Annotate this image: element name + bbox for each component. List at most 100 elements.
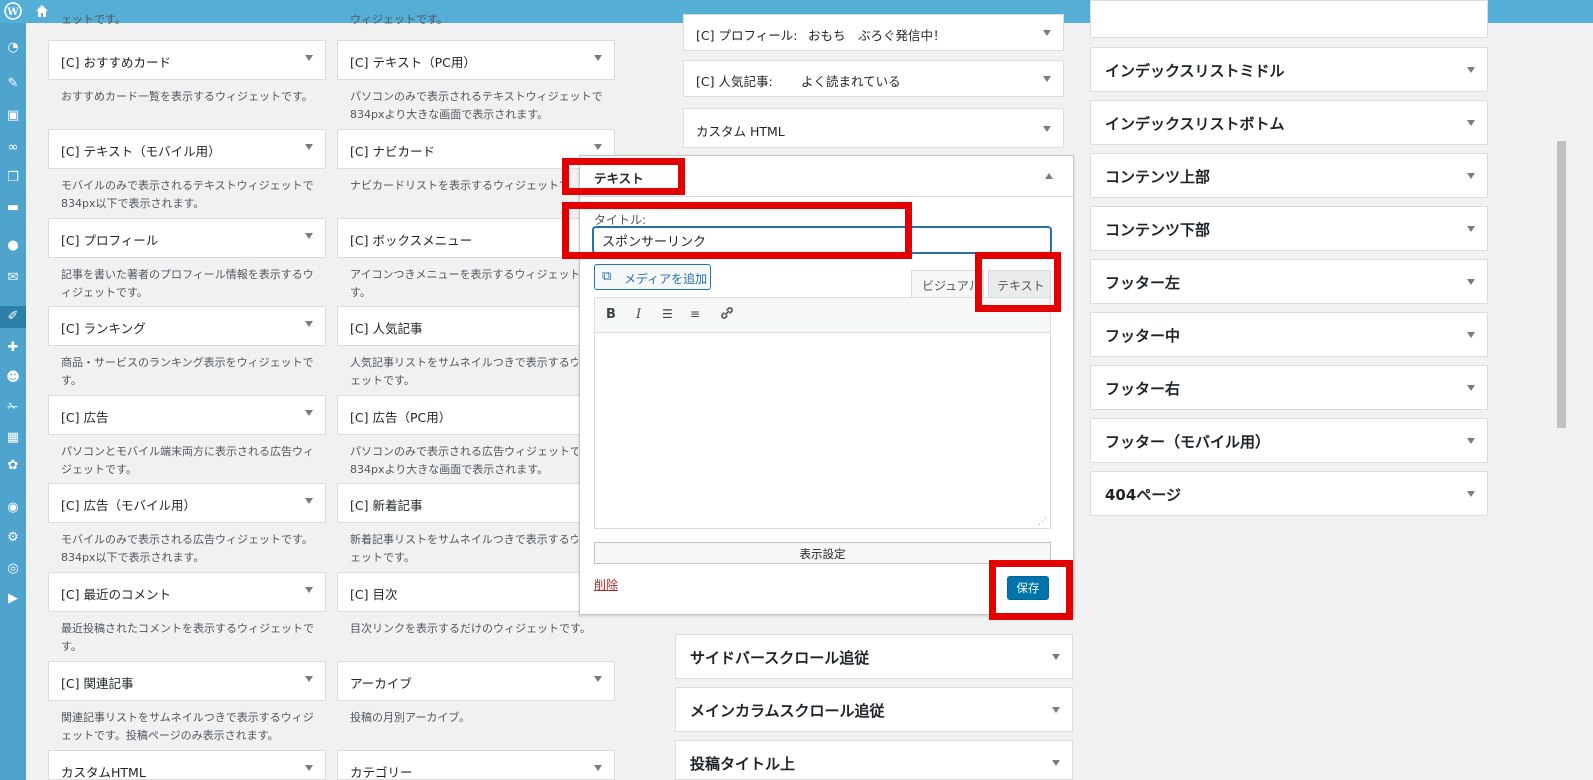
available-widget[interactable]: [C] 広告（PC用）	[337, 395, 615, 435]
plugins-icon[interactable]: ✚	[4, 339, 22, 357]
widget-area[interactable]: フッター左	[1090, 259, 1488, 304]
delete-link[interactable]: 削除	[594, 576, 618, 593]
italic-button[interactable]: I	[636, 307, 641, 322]
pin-icon[interactable]: ✎	[4, 75, 22, 93]
chevron-down-icon	[594, 765, 602, 771]
widget-desc: モバイルのみで表示されるテキストウィジェットです。 834px以下で表示されます。	[61, 179, 313, 210]
widget-area[interactable]: インデックスリストミドル	[1090, 47, 1488, 92]
chevron-down-icon	[1467, 279, 1475, 285]
circle-logo-icon[interactable]: ◎	[4, 560, 22, 578]
available-widget[interactable]: アーカイブ	[337, 661, 615, 701]
widget-area[interactable]: コンテンツ下部	[1090, 206, 1488, 251]
widget-area[interactable]: 404ページ	[1090, 471, 1488, 516]
available-widget[interactable]: [C] おすすめカード	[48, 40, 326, 80]
chevron-down-icon	[594, 676, 602, 682]
chevron-down-icon	[1467, 385, 1475, 391]
widget-desc: パソコンとモバイル端末両方に表示される広告ウィ ジェットです。	[61, 445, 313, 476]
widget-area[interactable]: フッター中	[1090, 312, 1488, 357]
pages-icon[interactable]: ❐	[4, 169, 22, 187]
scrollbar-thumb[interactable]	[1557, 141, 1566, 428]
settings-icon[interactable]: ⚙	[4, 529, 22, 547]
dashboard-icon[interactable]: ◔	[4, 39, 22, 57]
chevron-down-icon	[1467, 173, 1475, 179]
numbered-list-icon[interactable]: ≡	[690, 307, 700, 321]
chevron-down-icon	[305, 498, 313, 504]
available-widget[interactable]: [C] テキスト（PC用）	[337, 40, 615, 80]
chevron-down-icon	[1052, 707, 1060, 713]
available-widget[interactable]: [C] 関連記事	[48, 661, 326, 701]
available-widget[interactable]: [C] 最近のコメント	[48, 572, 326, 612]
widget-desc: 目次リンクを表示するだけのウィジェットです。	[350, 622, 591, 635]
chevron-down-icon	[1467, 226, 1475, 232]
wordpress-icon[interactable]: W	[4, 2, 22, 20]
admin-side-menu: ◔ ✎ ▣ ∞ ❐ ▬ ● ✉ ✐ ✚ ☻ ✁ ▦ ✿ ◉ ⚙ ◎ ▶	[0, 23, 26, 780]
chevron-down-icon	[1043, 76, 1051, 82]
available-widget[interactable]: [C] ランキング	[48, 306, 326, 346]
available-widget[interactable]: [C] 広告（モバイル用）	[48, 483, 326, 523]
link-icon[interactable]: ∞	[4, 139, 22, 157]
link-icon[interactable]	[719, 305, 735, 325]
sidebar-widget[interactable]: [C] 人気記事: よく読まれている	[683, 60, 1064, 97]
widget-area[interactable]	[1090, 0, 1488, 38]
home-icon[interactable]	[33, 2, 51, 20]
available-widget[interactable]: [C] 広告	[48, 395, 326, 435]
comments-icon[interactable]: ▬	[4, 199, 22, 217]
chevron-down-icon	[305, 587, 313, 593]
chevron-down-icon	[1467, 120, 1475, 126]
available-widget[interactable]: [C] プロフィール	[48, 218, 326, 258]
widget-desc: ナビカードリストを表示するウィジェットで	[350, 179, 570, 192]
widget-area[interactable]: メインカラムスクロール追従	[675, 687, 1073, 732]
highlight-box	[562, 202, 912, 259]
add-media-button[interactable]: ⧉ メディアを追加	[594, 264, 711, 290]
widget-area[interactable]: インデックスリストボトム	[1090, 100, 1488, 145]
highlight-box	[562, 158, 685, 195]
plugin-circle-icon[interactable]: ●	[4, 237, 22, 255]
appearance-icon[interactable]: ✐	[0, 306, 26, 328]
media-icon: ⧉	[602, 269, 612, 284]
avatar-icon[interactable]: ◉	[4, 499, 22, 517]
widget-desc: 関連記事リストをサムネイルつきで表示するウィジ ェットです。投稿ページのみ表示され…	[61, 711, 313, 742]
content-textarea[interactable]: ⋰	[594, 333, 1051, 529]
bold-button[interactable]: B	[606, 307, 616, 322]
widget-desc: アイコンつきメニューを表示するウィジェットで す。	[350, 268, 578, 299]
highlight-box	[989, 560, 1073, 620]
chevron-down-icon	[1043, 30, 1051, 36]
available-widget[interactable]: [C] 目次	[337, 572, 615, 612]
widget-area[interactable]: フッター（モバイル用）	[1090, 418, 1488, 463]
display-settings-button[interactable]: 表示設定	[594, 542, 1051, 564]
mail-icon[interactable]: ✉	[4, 269, 22, 287]
bullet-list-icon[interactable]: ☰	[662, 307, 673, 321]
chevron-down-icon	[1052, 760, 1060, 766]
play-icon[interactable]: ▶	[4, 590, 22, 608]
widget-area[interactable]: サイドバースクロール追従	[675, 634, 1073, 679]
gauge-icon[interactable]: ✿	[4, 457, 22, 475]
tab-visual[interactable]: ビジュアル	[911, 270, 984, 297]
available-widget[interactable]: [C] テキスト（モバイル用）	[48, 129, 326, 169]
widget-area[interactable]: コンテンツ上部	[1090, 153, 1488, 198]
widget-desc: 新着記事リストをサムネイルつきで表示するウィ ェットです。	[350, 533, 578, 564]
users-icon[interactable]: ☻	[4, 369, 22, 387]
tools-icon[interactable]: ✁	[4, 399, 22, 417]
chevron-up-icon[interactable]	[1045, 173, 1053, 179]
media-icon[interactable]: ▣	[4, 107, 22, 125]
available-widget[interactable]: カスタムHTML	[48, 750, 326, 780]
widget-area[interactable]: フッター右	[1090, 365, 1488, 410]
resize-handle-icon[interactable]: ⋰	[1038, 517, 1047, 527]
widget-desc: 商品・サービスのランキング表示をウィジェットで す。	[61, 356, 313, 387]
chevron-down-icon	[305, 765, 313, 771]
widget-desc: おすすめカード一覧を表示するウィジェットです。	[61, 90, 313, 103]
available-widget[interactable]: [C] 新着記事	[337, 483, 615, 523]
widget-desc: 人気記事リストをサムネイルつきで表示するウィ ェットです。	[350, 356, 578, 387]
widget-desc: モバイルのみで表示される広告ウィジェットです。 834px以下で表示されます。	[61, 533, 313, 564]
available-widget[interactable]: [C] 人気記事	[337, 306, 615, 346]
chevron-down-icon	[594, 144, 602, 150]
chevron-down-icon	[1467, 67, 1475, 73]
svg-text:W: W	[6, 7, 19, 18]
available-widget[interactable]: カテゴリー	[337, 750, 615, 780]
sidebar-widget[interactable]: [C] プロフィール: おもち ぶろぐ発信中！	[683, 14, 1064, 51]
widget-area[interactable]: 投稿タイトル上	[675, 740, 1073, 780]
widget-desc-partial: ェットです。	[61, 14, 126, 26]
grid-icon[interactable]: ▦	[4, 429, 22, 447]
chevron-down-icon	[305, 410, 313, 416]
sidebar-widget[interactable]: カスタム HTML	[683, 108, 1064, 148]
